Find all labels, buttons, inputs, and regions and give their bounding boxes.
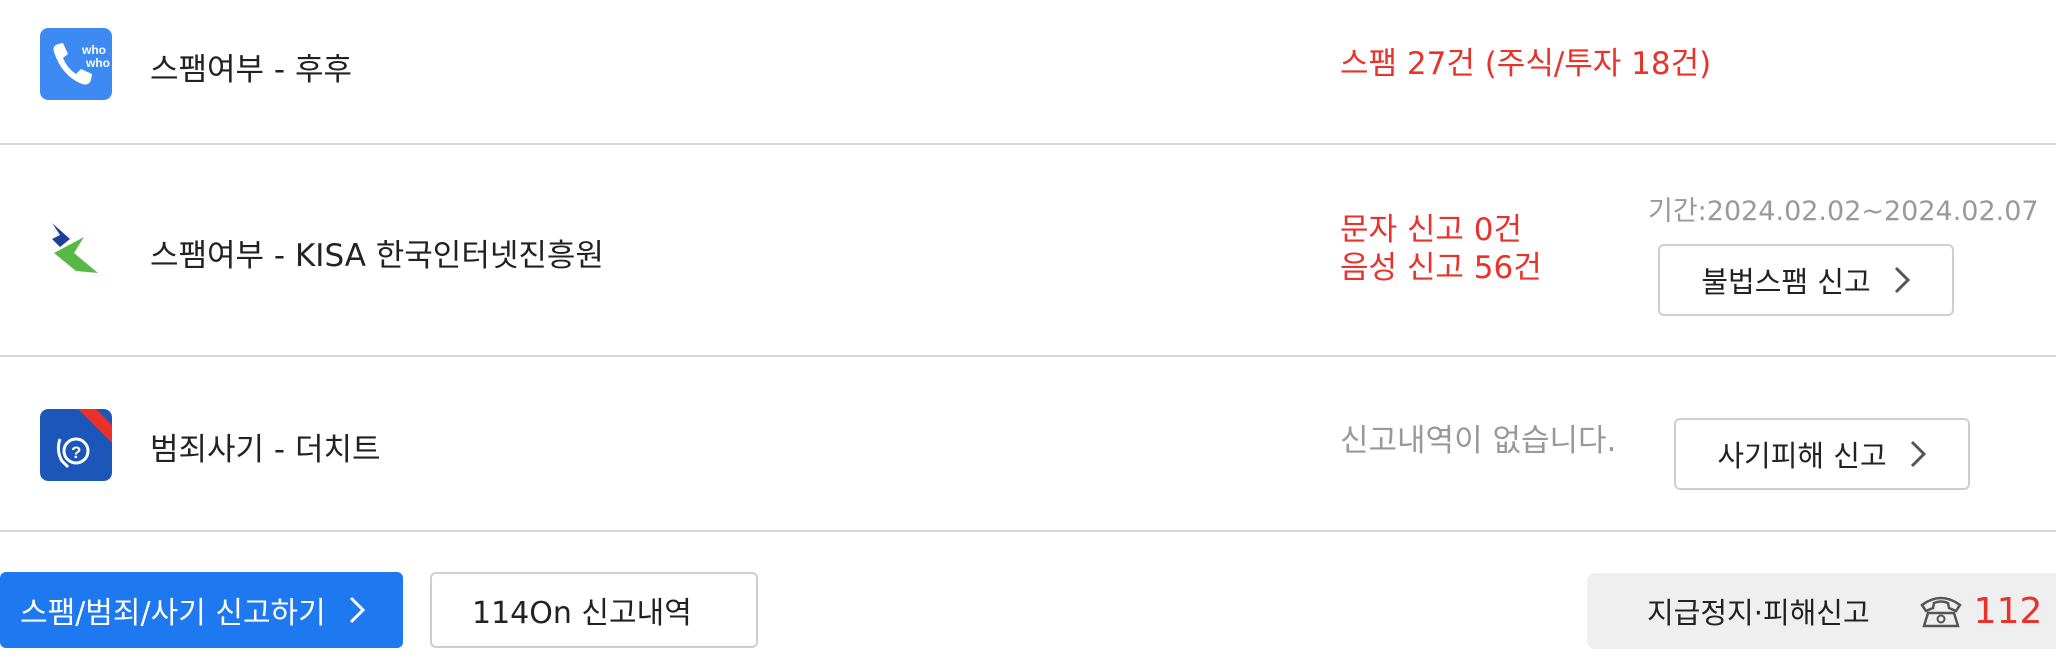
svg-text:?: ? (71, 443, 81, 462)
button-label: 사기피해 신고 (1717, 439, 1887, 473)
result-line: 음성 신고 56건 (1340, 250, 1542, 286)
thecheat-app-icon: ? (40, 409, 112, 481)
row-label: 범죄사기 - 더치트 (150, 432, 381, 468)
button-label: 114On 신고내역 (472, 596, 692, 631)
hotline-number: 112 (1973, 590, 2043, 632)
chevron-right-icon (1909, 439, 1927, 469)
chevron-right-icon (1893, 265, 1911, 295)
row-label: 스팸여부 - KISA 한국인터넷진흥원 (150, 238, 604, 274)
svg-text:who: who (81, 43, 106, 57)
spam-crime-fraud-report-button[interactable]: 스팸/범죄/사기 신고하기 (0, 572, 403, 648)
telephone-icon (1918, 593, 1964, 629)
result-line: 스팸 27건 (주식/투자 18건) (1340, 46, 1712, 82)
period-text: 기간:2024.02.02~2024.02.07 (1648, 196, 2039, 227)
hotline-112-button[interactable]: 지급정지·피해신고 112 (1587, 573, 2056, 649)
svg-text:who: who (85, 56, 110, 70)
result-row-thecheat: ? 범죄사기 - 더치트 신고내역이 없습니다. 사기피해 신고 (0, 357, 2056, 532)
fraud-damage-report-button[interactable]: 사기피해 신고 (1674, 418, 1970, 490)
illegal-spam-report-button[interactable]: 불법스팸 신고 (1658, 244, 1954, 316)
no-report-message: 신고내역이 없습니다. (1340, 422, 1616, 460)
result-row-kisa: 스팸여부 - KISA 한국인터넷진흥원 문자 신고 0건 음성 신고 56건 … (0, 145, 2056, 357)
report-history-button[interactable]: 114On 신고내역 (430, 572, 758, 648)
hotline-label: 지급정지·피해신고 (1647, 596, 1870, 630)
result-line: 문자 신고 0건 (1340, 212, 1523, 248)
chevron-right-icon (348, 595, 366, 625)
spam-result: 스팸 27건 (주식/투자 18건) (1340, 45, 1711, 83)
row-label: 스팸여부 - 후후 (150, 52, 353, 88)
result-line: 신고내역이 없습니다. (1340, 423, 1617, 459)
whowho-app-icon: who who (40, 28, 112, 100)
bottom-action-bar: 스팸/범죄/사기 신고하기 114On 신고내역 지급정지·피해신고 112 (0, 532, 2056, 663)
spam-check-panel: who who 스팸여부 - 후후 스팸 27건 (주식/투자 18건) 스팸여… (0, 0, 2056, 663)
result-row-whowho: who who 스팸여부 - 후후 스팸 27건 (주식/투자 18건) (0, 0, 2056, 145)
button-label: 스팸/범죄/사기 신고하기 (20, 596, 326, 631)
kisa-logo-icon (40, 213, 112, 285)
kisa-result: 문자 신고 0건 음성 신고 56건 (1340, 211, 1542, 287)
button-label: 불법스팸 신고 (1701, 265, 1871, 299)
